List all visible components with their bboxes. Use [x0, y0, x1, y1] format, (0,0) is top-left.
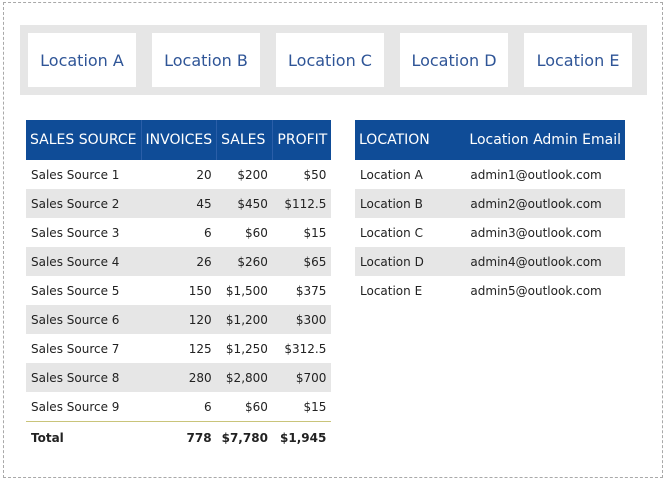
cell-invoices: 280	[141, 363, 217, 392]
cell-location: Location B	[355, 189, 466, 218]
slicer-tile-location-e[interactable]: Location E	[524, 33, 632, 87]
table-row[interactable]: Sales Source 3 6 $60 $15	[26, 218, 331, 247]
cell-sales: $1,500	[225, 283, 268, 298]
location-admin-table: LOCATION Location Admin Email Location A…	[355, 120, 625, 305]
cell-sales: $60	[245, 399, 268, 414]
total-row: Total 778 $7,780 $1,945	[26, 421, 332, 454]
cell-location: Location C	[360, 225, 423, 240]
cell-sales: $450	[216, 189, 273, 218]
table-row[interactable]: Location C admin3@outlook.com	[355, 218, 625, 247]
cell-profit: $300	[272, 305, 332, 334]
table-row[interactable]: Location A admin1@outlook.com	[355, 160, 625, 189]
cell-invoices: 120	[141, 305, 217, 334]
cell-sales: $1,200	[216, 305, 273, 334]
table-row[interactable]: Sales Source 1 20 $200 $50	[26, 160, 331, 189]
cell-admin-email: admin4@outlook.com	[465, 247, 625, 276]
cell-sales: $200	[237, 167, 268, 182]
total-invoices: 778	[141, 421, 217, 454]
total-sales: $7,780	[216, 421, 273, 454]
cell-sales-source: Sales Source 3	[31, 225, 120, 240]
cell-admin-email: admin1@outlook.com	[470, 167, 602, 182]
cell-profit: $50	[303, 167, 327, 182]
table-row[interactable]: Location D admin4@outlook.com	[355, 247, 625, 276]
cell-profit: $112.5	[272, 189, 332, 218]
cell-invoices: 6	[203, 225, 212, 240]
table-row[interactable]: Sales Source 4 26 $260 $65	[26, 247, 332, 276]
table-row[interactable]: Sales Source 5 150 $1,500 $375	[26, 276, 331, 305]
table-row[interactable]: Sales Source 9 6 $60 $15	[26, 392, 331, 422]
column-header-location[interactable]: LOCATION	[355, 120, 466, 160]
column-header-admin-email[interactable]: Location Admin Email	[465, 120, 625, 160]
cell-admin-email: admin3@outlook.com	[470, 225, 602, 240]
cell-sales-source: Sales Source 2	[26, 189, 142, 218]
cell-invoices: 150	[188, 283, 212, 298]
cell-sales-source: Sales Source 5	[31, 283, 120, 298]
cell-sales: $2,800	[216, 363, 273, 392]
cell-sales: $1,250	[225, 341, 268, 356]
cell-invoices: 6	[203, 399, 212, 414]
cell-profit: $15	[303, 399, 327, 414]
table-row[interactable]: Sales Source 7 125 $1,250 $312.5	[26, 334, 331, 363]
cell-invoices: 20	[196, 167, 212, 182]
cell-admin-email: admin5@outlook.com	[470, 283, 602, 298]
cell-sales: $60	[245, 225, 268, 240]
table-row[interactable]: Location B admin2@outlook.com	[355, 189, 625, 218]
table-row[interactable]: Sales Source 2 45 $450 $112.5	[26, 189, 332, 218]
cell-profit: $15	[303, 225, 327, 240]
cell-sales-source: Sales Source 9	[31, 399, 120, 414]
table-row[interactable]: Sales Source 6 120 $1,200 $300	[26, 305, 332, 334]
cell-sales: $260	[216, 247, 273, 276]
slicer-tile-location-c[interactable]: Location C	[276, 33, 384, 87]
cell-invoices: 125	[188, 341, 212, 356]
location-slicer: Location A Location B Location C Locatio…	[20, 25, 647, 95]
cell-sales-source: Sales Source 8	[26, 363, 142, 392]
sales-source-table: SALES SOURCE INVOICES SALES PROFIT Sales…	[26, 120, 332, 454]
column-header-profit[interactable]: PROFIT	[272, 120, 332, 160]
slicer-tile-location-b[interactable]: Location B	[152, 33, 260, 87]
cell-location: Location A	[360, 167, 423, 182]
cell-sales-source: Sales Source 7	[31, 341, 120, 356]
cell-sales-source: Sales Source 4	[26, 247, 142, 276]
cell-profit: $700	[272, 363, 332, 392]
cell-profit: $312.5	[284, 341, 327, 356]
cell-profit: $375	[295, 283, 327, 298]
slicer-tile-location-a[interactable]: Location A	[28, 33, 136, 87]
total-label: Total	[26, 421, 142, 454]
column-header-sales[interactable]: SALES	[216, 120, 273, 160]
cell-location: Location D	[355, 247, 466, 276]
total-profit: $1,945	[272, 421, 332, 454]
cell-invoices: 26	[141, 247, 217, 276]
cell-location: Location E	[360, 283, 423, 298]
slicer-tile-location-d[interactable]: Location D	[400, 33, 508, 87]
cell-invoices: 45	[141, 189, 217, 218]
cell-profit: $65	[272, 247, 332, 276]
cell-sales-source: Sales Source 1	[31, 167, 120, 182]
table-header-row: LOCATION Location Admin Email	[355, 120, 625, 160]
column-header-invoices[interactable]: INVOICES	[140, 120, 217, 160]
table-header-row: SALES SOURCE INVOICES SALES PROFIT	[26, 120, 332, 160]
table-row[interactable]: Sales Source 8 280 $2,800 $700	[26, 363, 332, 392]
column-header-sales-source[interactable]: SALES SOURCE	[26, 120, 142, 160]
table-row[interactable]: Location E admin5@outlook.com	[355, 276, 625, 305]
cell-admin-email: admin2@outlook.com	[465, 189, 625, 218]
cell-sales-source: Sales Source 6	[26, 305, 142, 334]
